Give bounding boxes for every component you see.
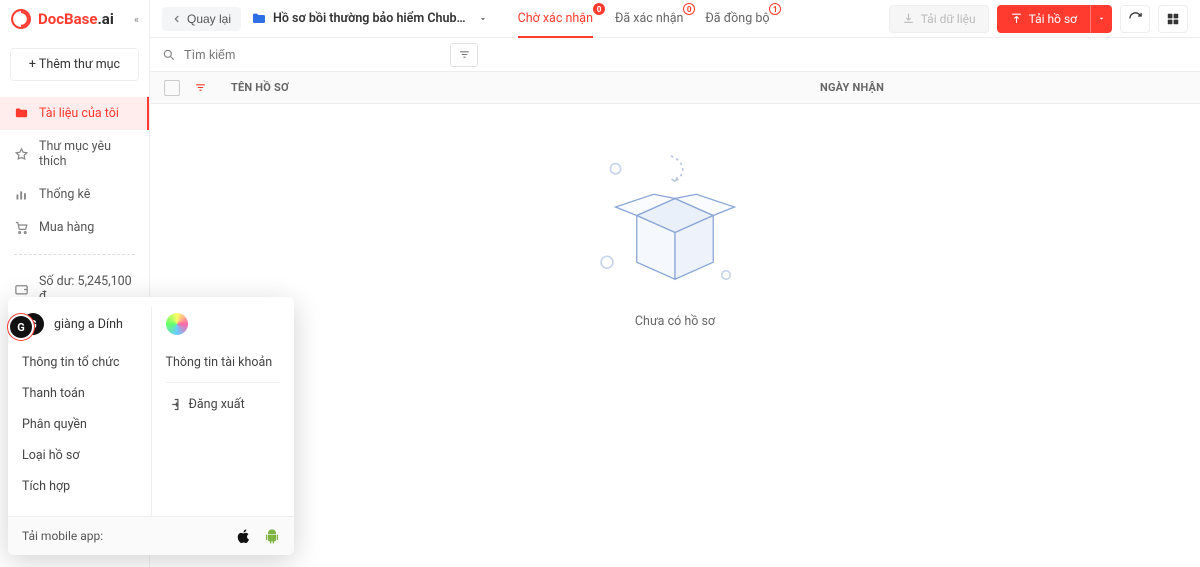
integrations-link[interactable]: Tích hợp (22, 471, 137, 502)
upload-label: Tải hồ sơ (1029, 12, 1077, 26)
download-data-button[interactable]: Tải dữ liệu (889, 5, 989, 33)
stats-icon (14, 187, 29, 202)
back-label: Quay lại (187, 12, 231, 26)
sidebar-divider (14, 254, 135, 255)
mobile-app-label: Tải mobile app: (22, 529, 103, 543)
empty-text: Chưa có hồ sơ (635, 314, 715, 329)
logo-text: DocBase.ai (38, 10, 114, 28)
logo-icon (10, 8, 32, 30)
caret-down-icon (478, 14, 488, 24)
folder-breadcrumb[interactable]: Hồ sơ bồi thường bảo hiểm Chub… (251, 11, 488, 27)
caret-down-icon (1097, 14, 1106, 23)
tab-label: Đã xác nhận (615, 11, 683, 26)
popover-account-column: Thông tin tài khoản Đăng xuất (151, 307, 295, 516)
search-input[interactable] (184, 48, 442, 62)
tab-badge: 0 (683, 3, 696, 15)
account-popover: G giàng a Dính Thông tin tổ chức Thanh t… (8, 297, 294, 555)
logout-icon (166, 397, 181, 412)
topbar: Quay lại Hồ sơ bồi thường bảo hiểm Chub…… (150, 0, 1200, 38)
account-header[interactable] (166, 313, 281, 335)
folder-name: Hồ sơ bồi thường bảo hiểm Chub… (273, 11, 466, 26)
folder-icon (251, 11, 267, 27)
account-info-link[interactable]: Thông tin tài khoản (166, 347, 281, 378)
popover-org-column: G giàng a Dính Thông tin tổ chức Thanh t… (8, 307, 151, 516)
sidebar-item-favorites[interactable]: Thư mục yêu thích (0, 130, 149, 178)
filter-lines-icon (458, 48, 471, 61)
file-types-link[interactable]: Loại hồ sơ (22, 440, 137, 471)
column-date[interactable]: NGÀY NHẬN (820, 81, 884, 94)
billing-link[interactable]: Thanh toán (22, 378, 137, 409)
profile-avatar-button[interactable]: G (10, 316, 32, 338)
permissions-link[interactable]: Phân quyền (22, 409, 137, 440)
column-name[interactable]: TÊN HỒ SƠ (231, 81, 289, 94)
select-all-checkbox[interactable] (164, 80, 180, 96)
sidebar-item-label: Tài liệu của tôi (39, 106, 119, 121)
apps-grid-button[interactable] (1158, 5, 1188, 33)
sort-icon[interactable] (194, 81, 207, 94)
search-icon (162, 48, 176, 62)
add-folder-button[interactable]: + Thêm thư mục (10, 48, 139, 81)
logo-row: DocBase.ai « (0, 0, 149, 38)
main-empty-state: Chưa có hồ sơ (150, 104, 1200, 567)
wallet-icon (14, 282, 29, 297)
upload-split-button: Tải hồ sơ (997, 5, 1112, 33)
upload-dropdown-button[interactable] (1090, 5, 1112, 33)
topbar-actions: Tải dữ liệu Tải hồ sơ (889, 5, 1188, 33)
tab-label: Chờ xác nhận (518, 11, 593, 26)
org-header[interactable]: G giàng a Dính (22, 313, 137, 335)
collapse-sidebar-button[interactable]: « (134, 13, 139, 26)
apple-icon[interactable] (236, 527, 252, 545)
sidebar-item-label: Thống kê (39, 187, 90, 202)
logout-link[interactable]: Đăng xuất (166, 382, 281, 420)
tab-confirmed[interactable]: Đã xác nhận 0 (615, 0, 683, 37)
sidebar-item-label: Mua hàng (39, 220, 94, 235)
avatar (166, 313, 188, 335)
refresh-button[interactable] (1120, 5, 1150, 33)
popover-footer: Tải mobile app: (8, 516, 294, 555)
tab-badge: 1 (769, 3, 782, 15)
folder-icon (14, 106, 29, 121)
tab-synced[interactable]: Đã đồng bộ 1 (705, 0, 769, 37)
org-info-link[interactable]: Thông tin tổ chức (22, 347, 137, 378)
tab-label: Đã đồng bộ (705, 11, 769, 26)
sidebar-item-shop[interactable]: Mua hàng (0, 211, 149, 244)
grid-icon (1166, 12, 1180, 26)
star-icon (14, 147, 29, 162)
upload-button[interactable]: Tải hồ sơ (997, 5, 1090, 33)
cart-icon (14, 220, 29, 235)
sidebar-item-label: Thư mục yêu thích (39, 139, 135, 169)
tab-pending[interactable]: Chờ xác nhận 0 (518, 0, 593, 37)
back-button[interactable]: Quay lại (162, 7, 241, 31)
sidebar-item-stats[interactable]: Thống kê (0, 178, 149, 211)
table-header: TÊN HỒ SƠ NGÀY NHẬN (150, 72, 1200, 104)
tab-badge: 0 (593, 3, 605, 15)
tabs: Chờ xác nhận 0 Đã xác nhận 0 Đã đồng bộ … (518, 0, 770, 37)
search-wrap (162, 48, 442, 62)
download-label: Tải dữ liệu (921, 12, 976, 26)
logout-label: Đăng xuất (189, 397, 245, 412)
org-name: giàng a Dính (54, 317, 123, 332)
sidebar-item-my-documents[interactable]: Tài liệu của tôi (0, 97, 149, 130)
chevron-left-icon (172, 14, 182, 24)
download-icon (902, 12, 915, 25)
android-icon[interactable] (264, 527, 280, 545)
search-bar (150, 38, 1200, 72)
filter-button[interactable] (450, 43, 478, 67)
empty-box-illustration (590, 144, 760, 304)
upload-icon (1010, 12, 1023, 25)
refresh-icon (1128, 11, 1143, 26)
